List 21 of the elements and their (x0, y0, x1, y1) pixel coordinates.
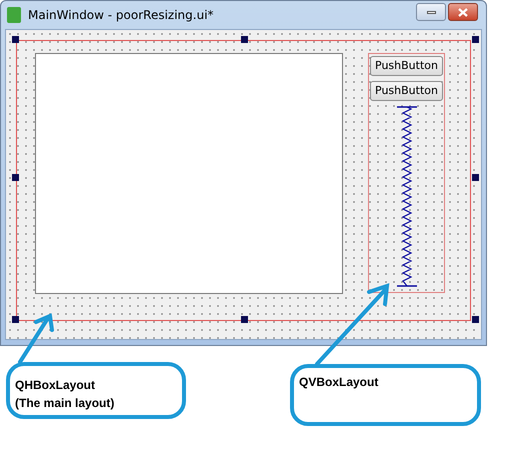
resize-handle[interactable] (241, 36, 248, 43)
resize-handle[interactable] (12, 36, 19, 43)
callout-text: QVBoxLayout (299, 374, 380, 391)
resize-handle[interactable] (472, 36, 479, 43)
text-area[interactable] (35, 53, 343, 294)
minimize-button[interactable] (416, 3, 446, 21)
push-button[interactable]: PushButton (370, 81, 443, 101)
resize-handle[interactable] (12, 316, 19, 323)
callout-text: (The main layout) (15, 395, 116, 412)
spacer-spring-icon (396, 106, 416, 288)
minimize-icon (426, 10, 436, 14)
callout-text: QHBoxLayout (15, 377, 96, 394)
app-logo-icon (7, 7, 21, 23)
close-icon (458, 8, 468, 16)
resize-handle[interactable] (472, 174, 479, 181)
resize-handle[interactable] (12, 174, 19, 181)
close-button[interactable] (448, 3, 478, 21)
window-title: MainWindow - poorResizing.ui* (28, 7, 214, 24)
resize-handle[interactable] (472, 316, 479, 323)
push-button[interactable]: PushButton (370, 56, 443, 76)
resize-handle[interactable] (241, 316, 248, 323)
